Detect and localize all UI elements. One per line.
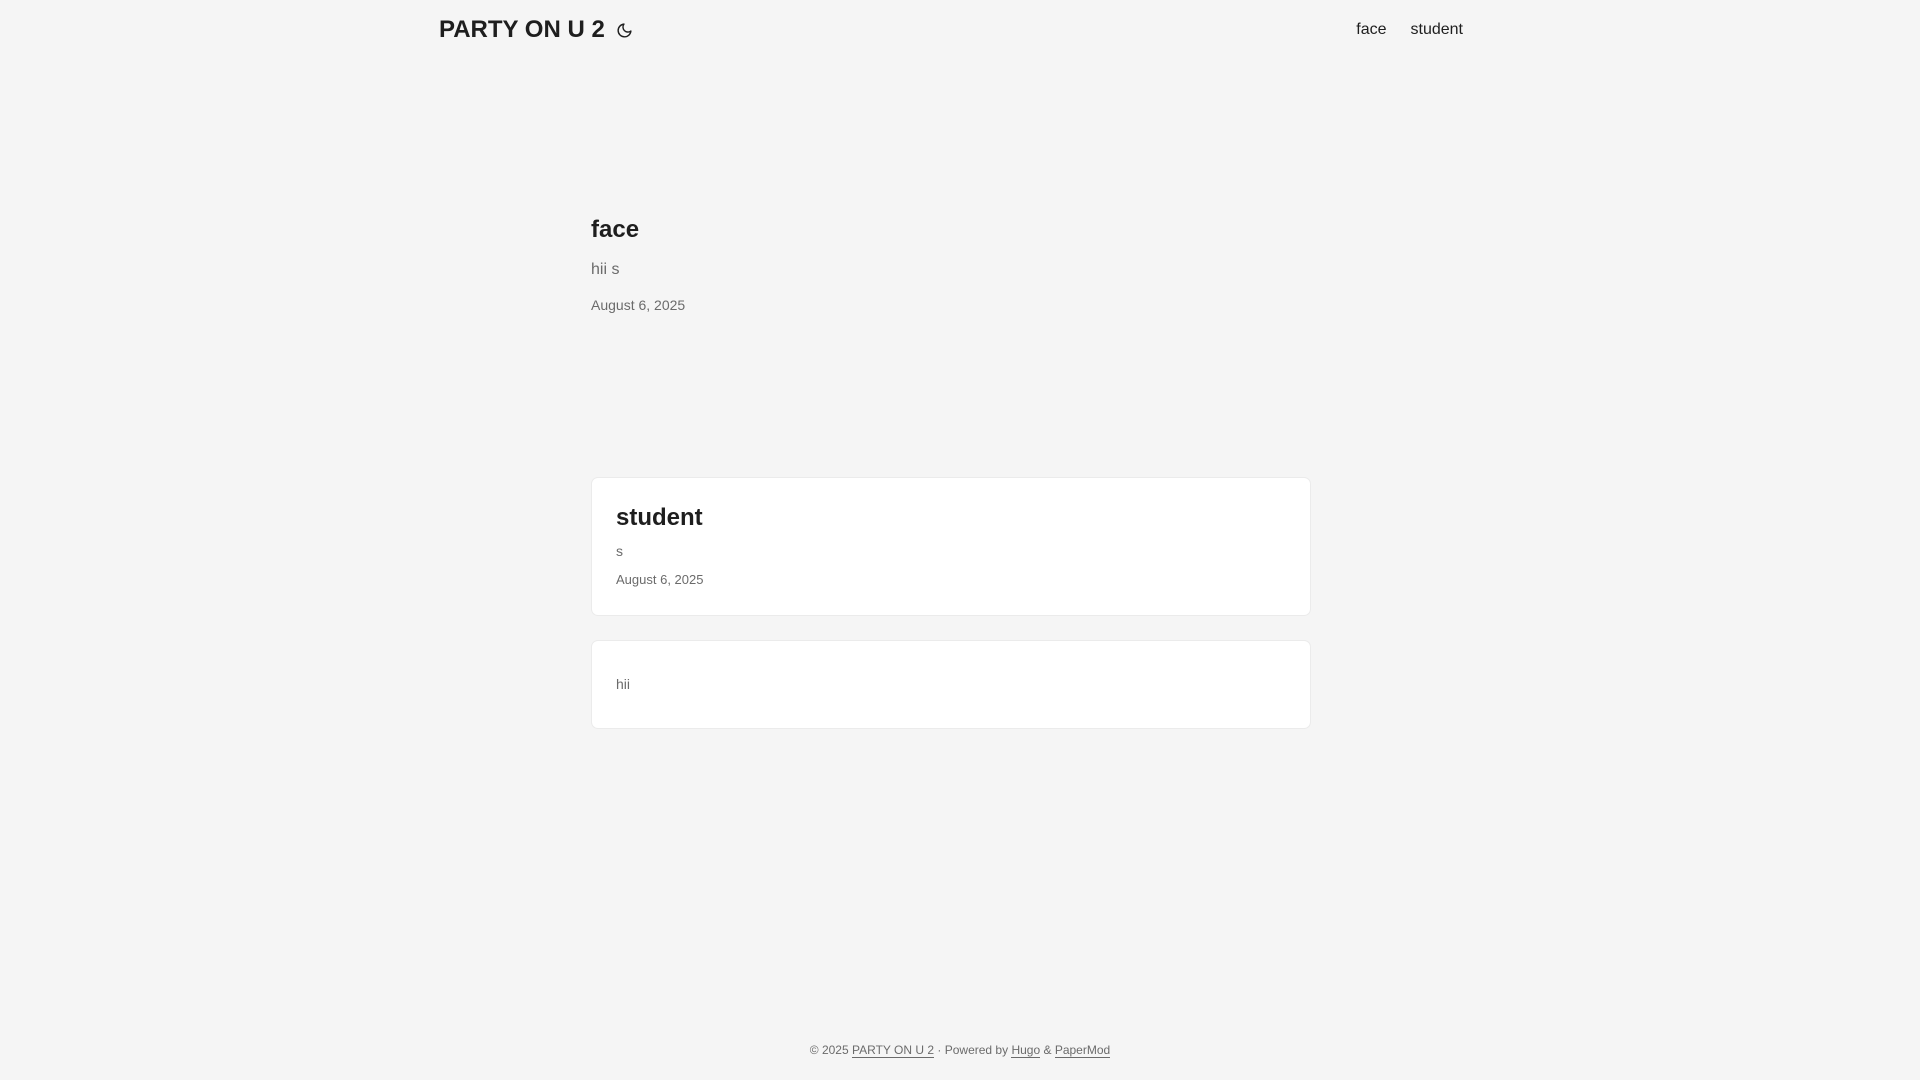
site-footer: © 2025 PARTY ON U 2 · Powered by Hugo & … (0, 1042, 1920, 1058)
footer-site-link[interactable]: PARTY ON U 2 (852, 1043, 935, 1058)
logo-switches: PARTY ON U 2 (439, 16, 635, 44)
menu-item-student[interactable]: student (1411, 21, 1463, 39)
first-entry-title: face (591, 216, 640, 243)
post-summary: s (616, 543, 623, 559)
footer-hugo-link[interactable]: Hugo (1011, 1043, 1041, 1058)
post-summary: hii (616, 676, 631, 692)
first-entry: face hii s August 6, 2025 (591, 213, 1311, 314)
footer-powered-by: Powered by (944, 1043, 1009, 1057)
post-date: August 6, 2025 (616, 572, 704, 587)
footer-separator: · (937, 1043, 942, 1057)
footer-theme-link[interactable]: PaperMod (1054, 1043, 1111, 1058)
moon-icon[interactable] (615, 20, 635, 40)
footer-amp: & (1043, 1043, 1052, 1057)
first-entry-summary: hii s (591, 261, 620, 278)
post-entry-hii[interactable]: hii (591, 640, 1311, 729)
footer-copyright: © 2025 (809, 1043, 849, 1057)
site-logo[interactable]: PARTY ON U 2 (439, 16, 605, 44)
menu-item-face[interactable]: face (1356, 21, 1386, 39)
post-entry-student[interactable]: student s August 6, 2025 (591, 477, 1311, 616)
site-header: PARTY ON U 2 face student (439, 0, 1463, 60)
main-menu: face student (1356, 21, 1463, 39)
first-entry-date: August 6, 2025 (591, 297, 686, 313)
post-title: student (616, 504, 703, 531)
